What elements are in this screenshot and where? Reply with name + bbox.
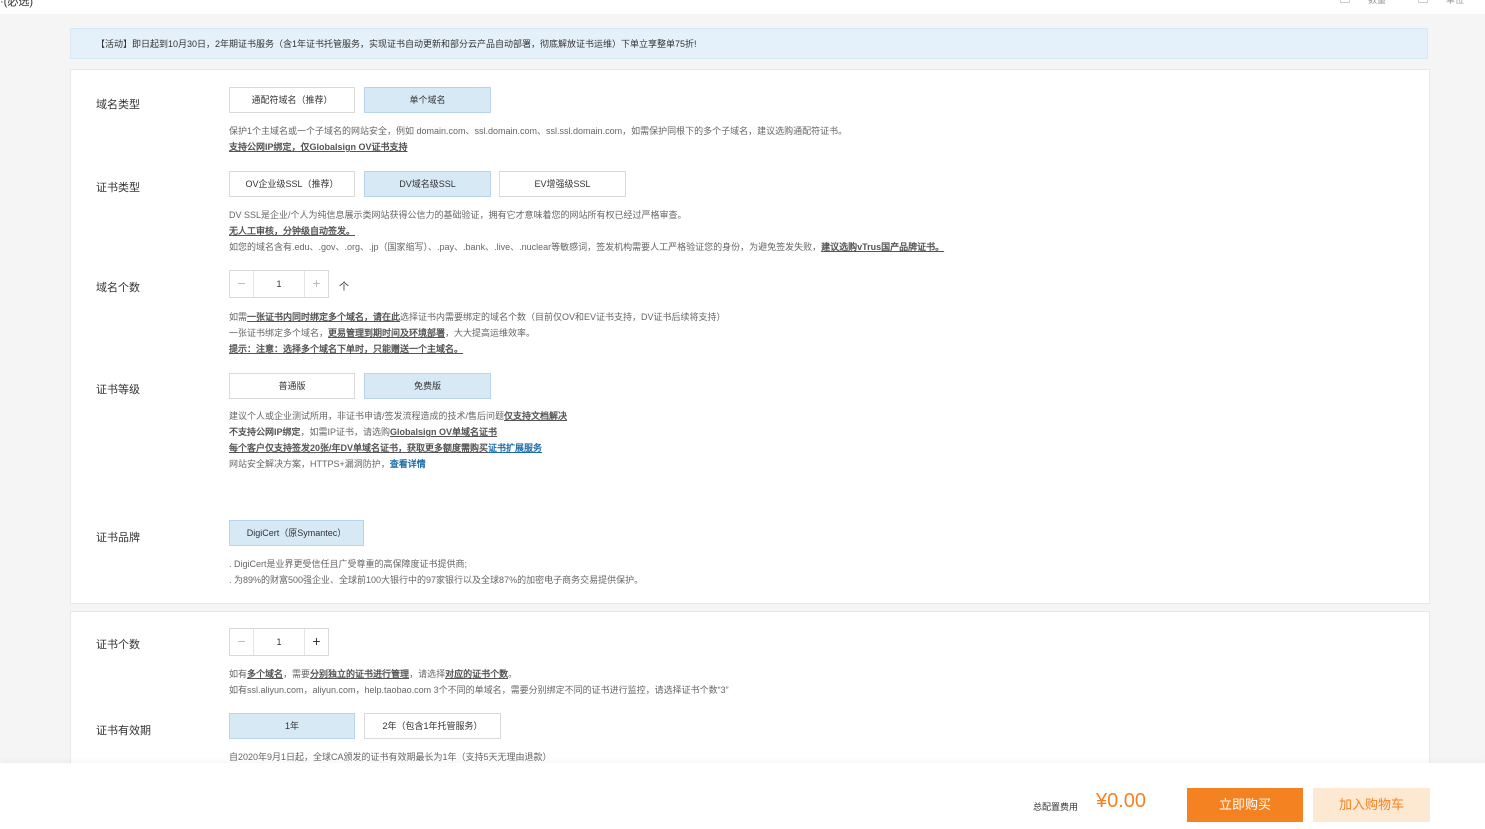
cert-count-desc-2: 如有ssl.aliyun.com，aliyun.com，help.taobao.… [229, 685, 729, 695]
top-bar-label: 数量 [1368, 0, 1387, 5]
top-bar: ·(必选) 数量 单位 [0, 0, 1485, 14]
domain-type-desc: 保护1个主域名或一个子域名的网站安全，例如 domain.com、ssl.dom… [229, 126, 848, 136]
cert-type-note: 无人工审核，分钟级自动签发。 [229, 226, 356, 236]
cert-brand-desc-2: . 为89%的财富500强企业、全球前100大银行中的97家银行以及全球87%的… [229, 575, 644, 585]
option-digicert[interactable]: DigiCert（原Symantec） [229, 520, 364, 546]
desc-emphasis: 分别独立的证书进行管理 [310, 669, 410, 679]
cert-level-desc-2: 不支持公网IP绑定，如需IP证书，请选购Globalsign OV单域名证书 [229, 425, 497, 438]
option-free-edition[interactable]: 免费版 [364, 373, 491, 399]
cert-count-desc-1: 如有多个域名，需要分别独立的证书进行管理，请选择对应的证书个数。 [229, 667, 517, 680]
cert-level-label: 证书等级 [96, 384, 140, 396]
desc-text: ，大大提高运维效率。 [445, 328, 536, 338]
promo-notice: 【活动】即日起到10月30日，2年期证书服务（含1年证书托管服务，实现证书自动更… [70, 28, 1428, 59]
domain-count-value[interactable]: 1 [254, 271, 304, 297]
config-card-main: 域名类型 通配符域名（推荐） 单个域名 保护1个主域名或一个子域名的网站安全，例… [70, 69, 1430, 604]
desc-text: 建议个人或企业测试所用，非证书申请/签发流程造成的技术/售后问题 [229, 411, 505, 421]
plus-icon[interactable]: + [304, 271, 328, 297]
globalsign-link[interactable]: Globalsign OV单域名证书 [390, 427, 497, 437]
desc-emphasis: 不支持公网IP绑定 [229, 427, 301, 437]
config-card-quantity: 证书个数 − 1 + 如有多个域名，需要分别独立的证书进行管理，请选择对应的证书… [70, 611, 1430, 771]
cert-type-sensitive-desc: 如您的域名含有.edu、.gov、.org、.jp（国家缩写）、.pay、.ba… [229, 240, 944, 253]
desc-text: 如有 [229, 669, 248, 679]
option-ev-ssl[interactable]: EV增强级SSL [499, 171, 626, 197]
total-price: ¥0.00 [1096, 790, 1147, 812]
option-single-domain[interactable]: 单个域名 [364, 87, 491, 113]
desc-text: 如需 [229, 312, 248, 322]
cert-type-desc: DV SSL是企业/个人为纯信息展示类网站获得公信力的基础验证，拥有它才意味着您… [229, 210, 687, 220]
cert-count-label: 证书个数 [96, 639, 140, 651]
total-cost-label: 总配置费用 [1033, 802, 1079, 812]
option-wildcard-domain[interactable]: 通配符域名（推荐） [229, 87, 355, 113]
cert-brand-desc-1: . DigiCert是业界更受信任且广受尊重的高保障度证书提供商; [229, 559, 468, 569]
view-details-link[interactable]: 查看详情 [390, 459, 426, 469]
cert-type-sensitive-text: 如您的域名含有.edu、.gov、.org、.jp（国家缩写）、.pay、.ba… [229, 242, 822, 252]
option-1-year[interactable]: 1年 [229, 713, 355, 739]
domain-count-desc-1: 如需一张证书内同时绑定多个域名，请在此选择证书内需要绑定的域名个数（目前仅OV和… [229, 310, 726, 323]
desc-text: 一张证书绑定多个域名， [229, 328, 329, 338]
cert-extension-link[interactable]: 证书扩展服务 [488, 443, 542, 453]
buy-now-button[interactable]: 立即购买 [1187, 788, 1303, 822]
minus-icon[interactable]: − [230, 271, 254, 297]
domain-count-desc-2: 一张证书绑定多个域名，更易管理到期时间及环境部署，大大提高运维效率。 [229, 326, 535, 339]
minus-icon[interactable]: − [230, 629, 254, 655]
desc-text: ，如需IP证书，请选购 [300, 427, 391, 437]
purchase-footer: 总配置费用 ¥0.00 立即购买 加入购物车 [0, 763, 1485, 829]
desc-emphasis: 一张证书内同时绑定多个域名，请在此 [247, 312, 401, 322]
desc-text: 网站安全解决方案，HTTPS+漏洞防护， [229, 459, 390, 469]
plus-icon[interactable]: + [304, 629, 328, 655]
checkbox[interactable] [1418, 0, 1428, 3]
add-to-cart-button[interactable]: 加入购物车 [1313, 788, 1430, 822]
domain-count-tip: 提示：注意：选择多个域名下单时，只能赠送一个主域名。 [229, 344, 464, 354]
option-2-years[interactable]: 2年（包含1年托管服务） [364, 713, 501, 739]
domain-type-label: 域名类型 [96, 99, 140, 111]
domain-type-note: 支持公网IP绑定，仅Globalsign OV证书支持 [229, 142, 408, 152]
cert-level-desc-3: 每个客户仅支持签发20张/年DV单域名证书，获取更多额度需购买证书扩展服务 [229, 441, 542, 454]
option-standard-edition[interactable]: 普通版 [229, 373, 355, 399]
cert-brand-label: 证书品牌 [96, 532, 140, 544]
desc-emphasis: 对应的证书个数 [445, 669, 509, 679]
top-bar-label: 单位 [1446, 0, 1465, 5]
cert-count-value[interactable]: 1 [254, 629, 304, 655]
desc-emphasis: 更易管理到期时间及环境部署 [328, 328, 446, 338]
cert-count-stepper[interactable]: − 1 + [229, 628, 329, 656]
domain-count-label: 域名个数 [96, 282, 140, 294]
cert-level-desc-4: 网站安全解决方案，HTTPS+漏洞防护，查看详情 [229, 457, 426, 470]
validity-label: 证书有效期 [96, 725, 151, 737]
domain-count-unit: 个 [339, 282, 349, 293]
option-ov-ssl[interactable]: OV企业级SSL（推荐） [229, 171, 355, 197]
desc-text: 选择证书内需要绑定的域名个数（目前仅OV和EV证书支持，DV证书后续将支持） [400, 312, 726, 322]
top-bar-fragment: ·(必选) [0, 0, 33, 8]
desc-text: 。 [508, 669, 518, 679]
desc-emphasis: 多个域名 [247, 669, 284, 679]
desc-text: ，需要 [283, 669, 311, 679]
desc-text: ，请选择 [409, 669, 446, 679]
checkbox[interactable] [1340, 0, 1350, 3]
option-dv-ssl[interactable]: DV域名级SSL [364, 171, 491, 197]
domain-count-stepper[interactable]: − 1 + [229, 270, 329, 298]
validity-desc: 自2020年9月1日起，全球CA颁发的证书有效期最长为1年（支持5天无理由退款） [229, 752, 552, 762]
desc-emphasis: 仅支持文档解决 [504, 411, 568, 421]
vtrus-link[interactable]: 建议选购vTrus国产品牌证书。 [821, 242, 944, 252]
cert-level-desc-1: 建议个人或企业测试所用，非证书申请/签发流程造成的技术/售后问题仅支持文档解决 [229, 409, 567, 422]
desc-emphasis: 每个客户仅支持签发20张/年DV单域名证书，获取更多额度需购买 [229, 443, 489, 453]
cert-type-label: 证书类型 [96, 182, 140, 194]
